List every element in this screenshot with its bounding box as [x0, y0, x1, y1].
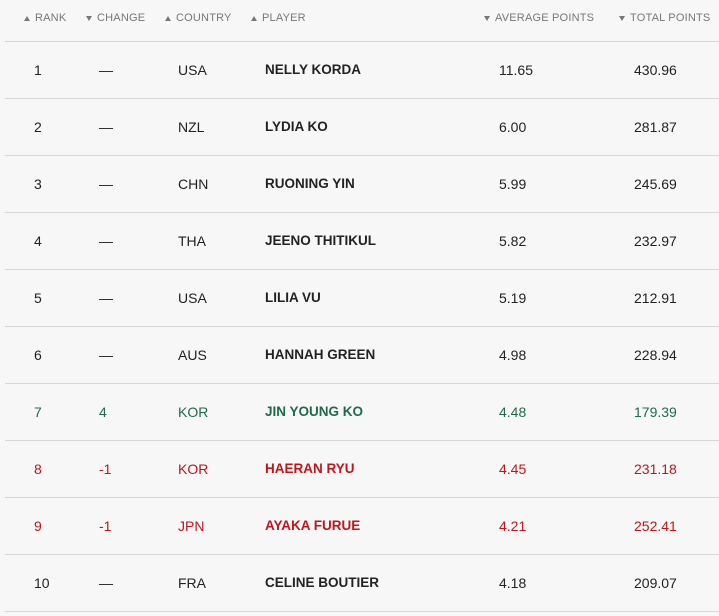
table-row[interactable]: 10 — FRA CELINE BOUTIER 4.18 209.07: [5, 555, 719, 612]
player-name-link[interactable]: NELLY KORDA: [265, 62, 361, 77]
country-cell: KOR: [178, 461, 209, 477]
total-points-cell: 245.69: [634, 176, 677, 192]
country-header-label: COUNTRY: [176, 12, 232, 24]
sort-average-points-button[interactable]: AVERAGE POINTS: [484, 12, 594, 24]
country-cell: CHN: [178, 176, 209, 192]
sort-change-button[interactable]: CHANGE: [86, 12, 145, 24]
player-header-label: PLAYER: [262, 12, 306, 24]
rank-cell: 2: [34, 119, 42, 135]
player-name-link[interactable]: RUONING YIN: [265, 176, 355, 191]
change-header-label: CHANGE: [97, 12, 146, 24]
average-points-cell: 4.45: [499, 461, 527, 477]
table-row[interactable]: 4 — THA JEENO THITIKUL 5.82 232.97: [5, 213, 719, 270]
player-name-link[interactable]: LYDIA KO: [265, 119, 328, 134]
total-points-cell: 212.91: [634, 290, 677, 306]
average-points-cell: 5.19: [499, 290, 527, 306]
country-cell: THA: [178, 233, 206, 249]
table-row[interactable]: 2 — NZL LYDIA KO 6.00 281.87: [5, 99, 719, 156]
total-points-cell: 231.18: [634, 461, 677, 477]
player-name-link[interactable]: JEENO THITIKUL: [265, 233, 376, 248]
total-points-cell: 252.41: [634, 518, 677, 534]
table-row[interactable]: 8 -1 KOR HAERAN RYU 4.45 231.18: [5, 441, 719, 498]
country-cell: JPN: [178, 518, 205, 534]
player-name-link[interactable]: HANNAH GREEN: [265, 347, 375, 362]
change-cell: 4: [99, 404, 107, 420]
table-row[interactable]: 7 4 KOR JIN YOUNG KO 4.48 179.39: [5, 384, 719, 441]
total-points-header-label: TOTAL POINTS: [630, 12, 711, 24]
player-name-link[interactable]: JIN YOUNG KO: [265, 404, 363, 419]
sort-arrow-up-icon: [165, 15, 171, 21]
total-points-cell: 228.94: [634, 347, 677, 363]
rank-cell: 7: [34, 404, 42, 420]
average-points-cell: 4.48: [499, 404, 527, 420]
average-points-cell: 11.65: [499, 62, 533, 78]
total-points-cell: 281.87: [634, 119, 677, 135]
sort-player-button[interactable]: PLAYER: [251, 12, 306, 24]
rankings-table: RANK CHANGE COUNTRY PLAYER AVERAGE POINT…: [5, 0, 719, 612]
table-row[interactable]: 9 -1 JPN AYAKA FURUE 4.21 252.41: [5, 498, 719, 555]
sort-arrow-down-icon: [86, 15, 92, 21]
sort-total-points-button[interactable]: TOTAL POINTS: [619, 12, 710, 24]
rank-cell: 1: [34, 62, 42, 78]
country-cell: KOR: [178, 404, 209, 420]
table-row[interactable]: 1 — USA NELLY KORDA 11.65 430.96: [5, 42, 719, 99]
country-cell: NZL: [178, 119, 205, 135]
change-cell: —: [99, 233, 113, 249]
player-name-link[interactable]: CELINE BOUTIER: [265, 575, 379, 590]
rank-cell: 4: [34, 233, 42, 249]
average-points-cell: 4.21: [499, 518, 527, 534]
change-cell: -1: [99, 518, 112, 534]
average-points-cell: 6.00: [499, 119, 527, 135]
sort-arrow-down-icon: [619, 15, 625, 21]
average-points-cell: 5.99: [499, 176, 527, 192]
country-cell: AUS: [178, 347, 207, 363]
change-cell: —: [99, 290, 113, 306]
sort-arrow-up-icon: [251, 15, 257, 21]
table-body: 1 — USA NELLY KORDA 11.65 430.96 2 — NZL…: [5, 42, 719, 612]
change-cell: —: [99, 119, 113, 135]
total-points-cell: 430.96: [634, 62, 677, 78]
sort-arrow-down-icon: [484, 15, 490, 21]
average-points-cell: 5.82: [499, 233, 527, 249]
player-name-link[interactable]: LILIA VU: [265, 290, 321, 305]
player-name-link[interactable]: HAERAN RYU: [265, 461, 355, 476]
rank-cell: 8: [34, 461, 42, 477]
table-row[interactable]: 3 — CHN RUONING YIN 5.99 245.69: [5, 156, 719, 213]
change-cell: —: [99, 62, 113, 78]
country-cell: USA: [178, 290, 207, 306]
change-cell: —: [99, 176, 113, 192]
change-cell: -1: [99, 461, 112, 477]
table-row[interactable]: 6 — AUS HANNAH GREEN 4.98 228.94: [5, 327, 719, 384]
table-row[interactable]: 5 — USA LILIA VU 5.19 212.91: [5, 270, 719, 327]
total-points-cell: 179.39: [634, 404, 677, 420]
country-cell: FRA: [178, 575, 206, 591]
rank-header-label: RANK: [35, 12, 67, 24]
change-cell: —: [99, 575, 113, 591]
sort-arrow-up-icon: [24, 15, 30, 21]
rank-cell: 3: [34, 176, 42, 192]
rank-cell: 9: [34, 518, 42, 534]
average-points-cell: 4.98: [499, 347, 527, 363]
sort-country-button[interactable]: COUNTRY: [165, 12, 232, 24]
average-points-cell: 4.18: [499, 575, 527, 591]
change-cell: —: [99, 347, 113, 363]
total-points-cell: 209.07: [634, 575, 677, 591]
table-header: RANK CHANGE COUNTRY PLAYER AVERAGE POINT…: [5, 0, 719, 42]
player-name-link[interactable]: AYAKA FURUE: [265, 518, 360, 533]
rank-cell: 10: [34, 575, 50, 591]
rank-cell: 5: [34, 290, 42, 306]
average-points-header-label: AVERAGE POINTS: [495, 12, 595, 24]
country-cell: USA: [178, 62, 207, 78]
sort-rank-button[interactable]: RANK: [24, 12, 66, 24]
total-points-cell: 232.97: [634, 233, 677, 249]
rank-cell: 6: [34, 347, 42, 363]
